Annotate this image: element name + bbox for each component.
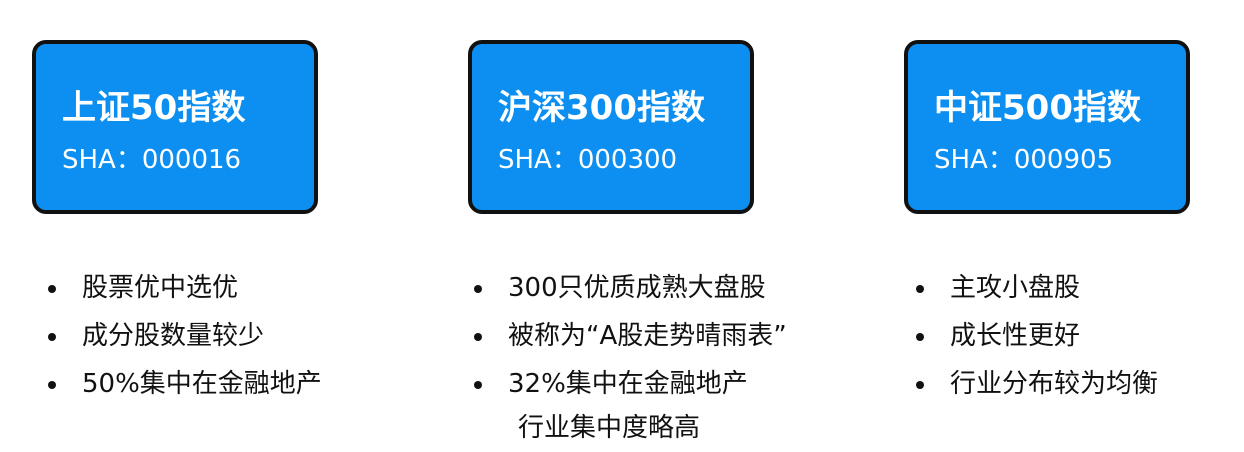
bullet-dot-icon xyxy=(474,381,482,389)
bullet-dot-icon xyxy=(474,285,482,293)
bullet-dot-icon xyxy=(916,333,924,341)
bullet-text: 行业分布较为均衡 xyxy=(950,369,1159,399)
bullet-item: 被称为“A股走势晴雨表” xyxy=(470,312,787,360)
bullet-list-csi500: 主攻小盘股 成长性更好 行业分布较为均衡 xyxy=(912,264,1158,408)
bullet-dot-icon xyxy=(474,333,482,341)
bullet-item: 32%集中在金融地产 行业集中度略高 xyxy=(470,360,787,448)
bullet-text: 32%集中在金融地产 xyxy=(508,369,748,399)
bullet-dot-icon xyxy=(916,285,924,293)
bullet-text: 被称为“A股走势晴雨表” xyxy=(508,321,787,351)
bullet-dot-icon xyxy=(48,285,56,293)
bullet-item: 300只优质成熟大盘股 xyxy=(470,264,787,312)
bullet-dot-icon xyxy=(48,381,56,389)
bullet-continuation-text: 行业集中度略高 xyxy=(518,413,701,443)
bullet-list-csi300: 300只优质成熟大盘股 被称为“A股走势晴雨表” 32%集中在金融地产 行业集中… xyxy=(470,264,787,448)
card-title: 沪深300指数 xyxy=(498,88,705,128)
bullet-item: 50%集中在金融地产 xyxy=(44,360,322,408)
card-title: 上证50指数 xyxy=(62,88,246,128)
bullet-dot-icon xyxy=(916,381,924,389)
index-card-sse50: 上证50指数 SHA：000016 xyxy=(32,40,318,214)
bullet-item: 成长性更好 xyxy=(912,312,1158,360)
index-card-csi300: 沪深300指数 SHA：000300 xyxy=(468,40,754,214)
bullet-text: 主攻小盘股 xyxy=(950,273,1081,303)
bullet-item: 主攻小盘股 xyxy=(912,264,1158,312)
index-card-csi500: 中证500指数 SHA：000905 xyxy=(904,40,1190,214)
bullet-text: 成分股数量较少 xyxy=(82,321,265,351)
bullet-text: 50%集中在金融地产 xyxy=(82,369,322,399)
card-title: 中证500指数 xyxy=(934,88,1141,128)
bullet-item: 行业分布较为均衡 xyxy=(912,360,1158,408)
bullet-dot-icon xyxy=(48,333,56,341)
bullet-list-sse50: 股票优中选优 成分股数量较少 50%集中在金融地产 xyxy=(44,264,322,408)
card-code: SHA：000016 xyxy=(62,145,242,175)
bullet-text: 成长性更好 xyxy=(950,321,1081,351)
bullet-text: 股票优中选优 xyxy=(82,273,239,303)
card-code: SHA：000905 xyxy=(934,145,1114,175)
bullet-text: 300只优质成熟大盘股 xyxy=(508,273,766,303)
card-code: SHA：000300 xyxy=(498,145,678,175)
bullet-item: 成分股数量较少 xyxy=(44,312,322,360)
bullet-item: 股票优中选优 xyxy=(44,264,322,312)
